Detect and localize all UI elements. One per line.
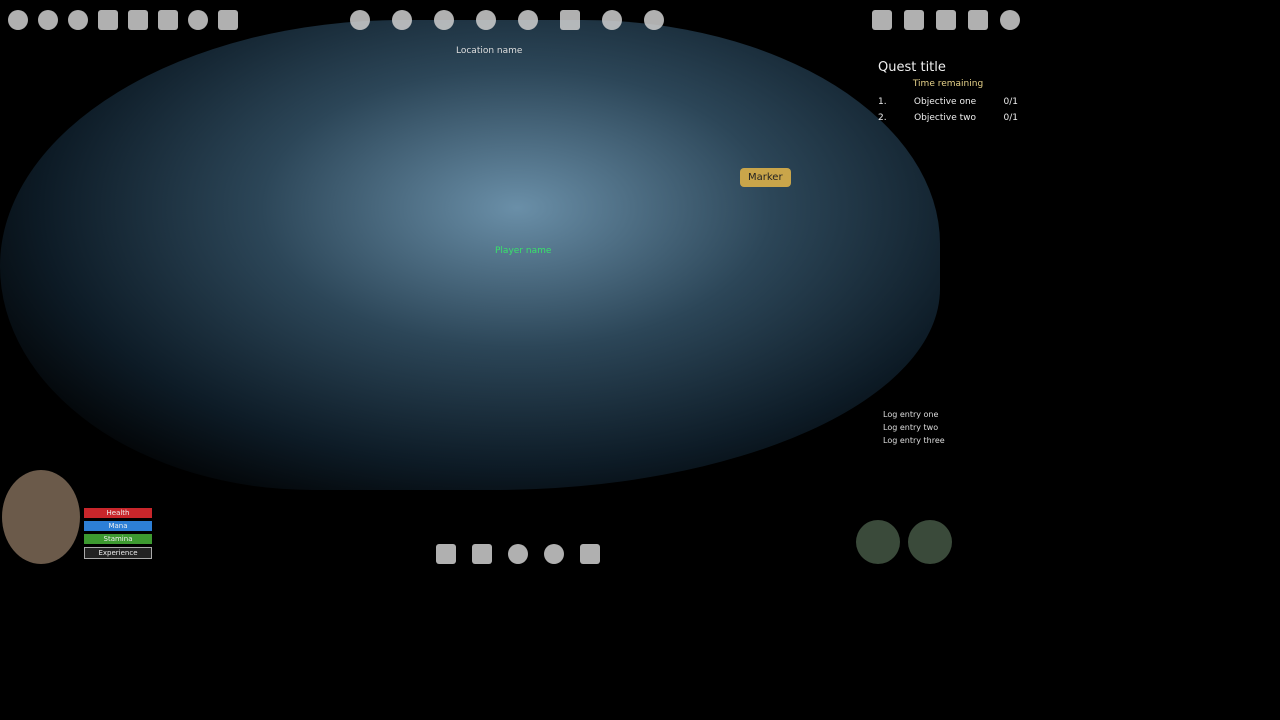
combat-icon[interactable]	[580, 544, 600, 564]
top-right-toolbar	[872, 10, 1020, 30]
menu-icon-2[interactable]	[392, 10, 412, 30]
chat-entry: Log entry one	[883, 410, 939, 419]
player-name-label: Player name	[495, 246, 552, 256]
player-portrait[interactable]	[2, 470, 80, 564]
location-label: Location name	[456, 46, 523, 56]
stamina-bar: Stamina	[84, 534, 152, 544]
health-bar: Health	[84, 508, 152, 518]
mail-icon[interactable]	[904, 10, 924, 30]
quest-title: Quest title	[878, 60, 946, 75]
settings-icon[interactable]	[1000, 10, 1020, 30]
campfire-icon[interactable]	[544, 544, 564, 564]
quest-objective: 1. Objective one 0/1	[878, 97, 1018, 107]
mana-bar: Mana	[84, 521, 152, 531]
character-icon[interactable]	[158, 10, 178, 30]
castle-icon[interactable]	[218, 10, 238, 30]
party-frames	[856, 520, 952, 564]
menu-icon-5[interactable]	[518, 10, 538, 30]
top-center-toolbar	[350, 10, 664, 30]
events-icon[interactable]	[68, 10, 88, 30]
chat-entry: Log entry two	[883, 423, 939, 432]
party-icon[interactable]	[128, 10, 148, 30]
world-map-icon[interactable]	[8, 10, 28, 30]
menu-icon-8[interactable]	[644, 10, 664, 30]
party-member[interactable]	[856, 520, 900, 564]
quest-objective: 2. Objective two 0/1	[878, 113, 1018, 123]
quest-timer: Time remaining	[912, 79, 984, 89]
map-marker[interactable]: Marker	[740, 168, 791, 187]
quest-panel: Quest title Time remaining 1. Objective …	[878, 60, 1018, 129]
skills-icon[interactable]	[98, 10, 118, 30]
action-bar	[436, 544, 600, 564]
chat-icon[interactable]	[188, 10, 208, 30]
auction-icon[interactable]	[872, 10, 892, 30]
quests-icon[interactable]	[38, 10, 58, 30]
friends-icon[interactable]	[936, 10, 956, 30]
game-viewport[interactable]	[0, 20, 940, 490]
menu-icon-1[interactable]	[350, 10, 370, 30]
status-bars: Health Mana Stamina Experience	[84, 508, 152, 562]
top-left-toolbar	[8, 10, 238, 30]
menu-icon-4[interactable]	[476, 10, 496, 30]
menu-icon-6[interactable]	[560, 10, 580, 30]
lock-icon[interactable]	[472, 544, 492, 564]
menu-icon-3[interactable]	[434, 10, 454, 30]
trophy-icon[interactable]	[968, 10, 988, 30]
group-icon[interactable]	[436, 544, 456, 564]
chat-log: Log entry one Log entry two Log entry th…	[883, 410, 1013, 449]
menu-icon-7[interactable]	[602, 10, 622, 30]
chat-entry: Log entry three	[883, 436, 945, 445]
experience-bar: Experience	[84, 547, 152, 559]
potion-icon[interactable]	[508, 544, 528, 564]
party-member[interactable]	[908, 520, 952, 564]
